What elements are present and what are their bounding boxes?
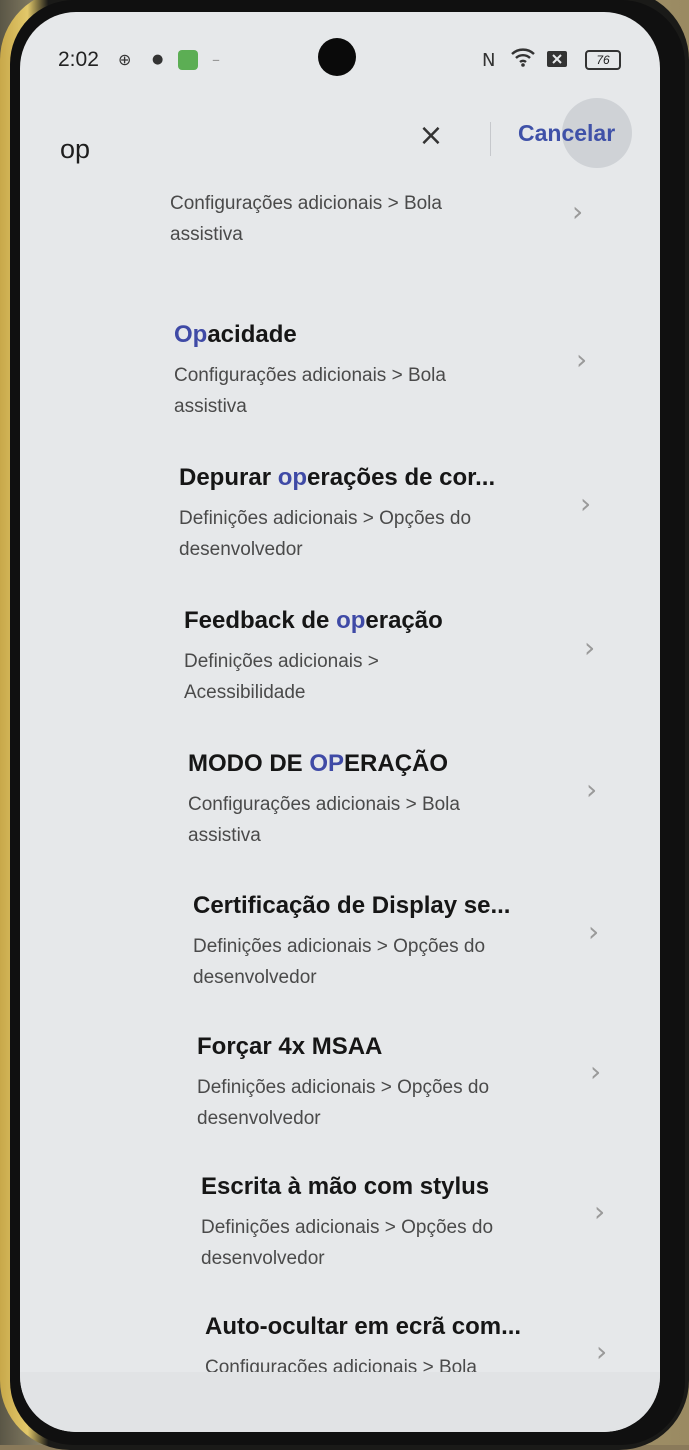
list-item[interactable]: MODO DE OPERAÇÃO Configurações adicionai… <box>188 747 658 877</box>
navigation-bar <box>20 1372 660 1432</box>
result-path: Definições adicionais > Opções do desenvo… <box>193 936 486 988</box>
nfc-icon: N <box>482 50 496 71</box>
search-results-list: Configurações adicionais > Bola assistiva… <box>20 182 660 1372</box>
list-item[interactable]: Opacidade Configurações adicionais > Bol… <box>174 318 644 448</box>
chevron-right-icon: › <box>586 773 598 806</box>
wifi-icon <box>510 46 536 73</box>
result-title: Depurar operações de cor... <box>179 464 496 491</box>
list-item[interactable]: Feedback de operação Definições adiciona… <box>184 604 654 734</box>
result-path: Configurações adicionais > Bola assistiva <box>174 365 446 417</box>
result-path: Definições adicionais > Opções do desenvo… <box>201 1217 494 1269</box>
result-title: Auto-ocultar em ecrã com... <box>205 1313 522 1340</box>
result-path: Definições adicionais > Acessibilidade <box>184 651 379 703</box>
chevron-right-icon: › <box>572 195 584 228</box>
cancel-button[interactable]: Cancelar <box>518 120 615 147</box>
list-item[interactable]: Configurações adicionais > Bola assistiva <box>170 182 640 276</box>
chevron-right-icon: › <box>594 1195 606 1228</box>
list-item[interactable]: Escrita à mão com stylus Definições adic… <box>201 1170 660 1300</box>
chevron-right-icon: › <box>590 1055 602 1088</box>
result-title: Escrita à mão com stylus <box>201 1173 490 1200</box>
chevron-right-icon: › <box>596 1335 608 1368</box>
status-time: 2:02 <box>58 48 99 71</box>
chevron-right-icon: › <box>588 915 600 948</box>
close-icon[interactable]: × <box>417 121 445 151</box>
status-bar: 2:02 ⊕ ● – N 76 <box>20 12 660 102</box>
list-item[interactable]: Forçar 4x MSAA Definições adicionais > O… <box>197 1030 660 1160</box>
result-path: Definições adicionais > Opções do desenvo… <box>179 508 472 560</box>
front-camera <box>318 38 356 76</box>
more-notifications-icon: – <box>212 50 220 69</box>
sim-icon <box>546 50 568 72</box>
result-title: Opacidade <box>174 321 297 348</box>
battery-indicator: 76 <box>585 50 621 70</box>
location-icon: ⊕ <box>118 50 132 69</box>
result-path: Configurações adicionais > Bola assistiva <box>188 794 460 846</box>
search-input[interactable]: op <box>60 134 90 165</box>
list-item[interactable]: Depurar operações de cor... Definições a… <box>179 461 649 591</box>
app-icon <box>178 50 198 70</box>
result-path: Configurações adicionais > Bola assistiva <box>170 193 442 245</box>
phone-screen: 2:02 ⊕ ● – N 76 op × Cancelar Configuraç… <box>20 12 660 1432</box>
list-item[interactable]: Certificação de Display se... Definições… <box>193 889 660 1019</box>
list-item[interactable]: Auto-ocultar em ecrã com... Configuraçõe… <box>205 1310 660 1372</box>
result-path: Definições adicionais > Opções do desenvo… <box>197 1077 490 1129</box>
chevron-right-icon: › <box>584 631 596 664</box>
result-path: Configurações adicionais > Bola <box>205 1357 477 1372</box>
chevron-right-icon: › <box>580 487 592 520</box>
divider <box>490 122 491 156</box>
bug-icon: ● <box>152 52 164 67</box>
chevron-right-icon: › <box>576 343 588 376</box>
